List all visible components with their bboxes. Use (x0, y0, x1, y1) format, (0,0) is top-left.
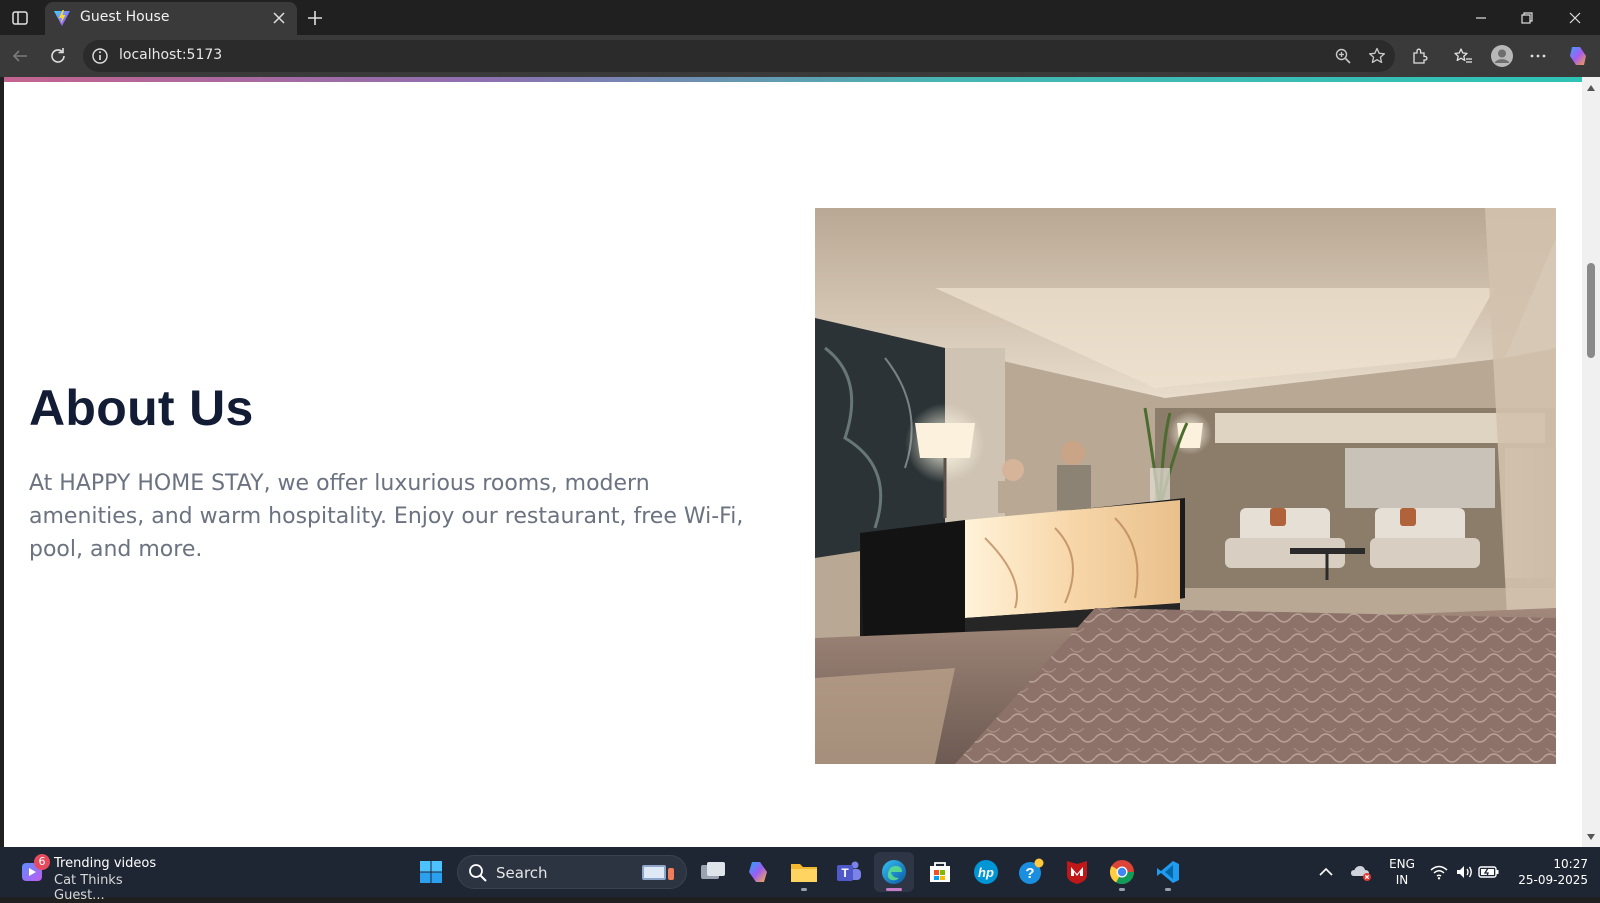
search-highlight-icon (640, 862, 676, 884)
new-tab-icon[interactable] (302, 5, 328, 31)
battery-icon[interactable] (1478, 861, 1500, 883)
vite-favicon-icon (53, 9, 71, 27)
close-window-icon[interactable] (1552, 0, 1598, 35)
task-view-icon[interactable] (693, 852, 733, 892)
show-hidden-icons-icon[interactable] (1315, 861, 1337, 883)
file-explorer-icon[interactable] (784, 852, 824, 892)
copilot-icon[interactable] (1564, 42, 1592, 70)
minimize-icon[interactable] (1458, 0, 1504, 35)
profile-avatar-icon[interactable] (1487, 42, 1517, 70)
news-widget[interactable]: 6 Trending videos Cat Thinks Guest... (16, 853, 166, 903)
zoom-icon[interactable] (1331, 44, 1355, 68)
browser-tabstrip: Guest House (0, 0, 1600, 35)
clock-date: 25-09-2025 (1518, 873, 1588, 887)
browser-tab[interactable]: Guest House (45, 2, 297, 35)
refresh-icon[interactable] (44, 42, 72, 70)
url-text: localhost:5173 (119, 47, 223, 63)
search-label: Search (496, 864, 548, 882)
help-icon[interactable]: ? (1011, 852, 1051, 892)
teams-icon[interactable]: T (829, 852, 869, 892)
vscode-icon[interactable] (1148, 852, 1188, 892)
language-indicator[interactable]: ENG IN (1385, 856, 1419, 888)
svg-text:T: T (841, 866, 849, 880)
scroll-up-icon[interactable] (1586, 83, 1596, 93)
scrollbar-thumb[interactable] (1587, 263, 1595, 358)
store-icon[interactable] (920, 852, 960, 892)
language-code: ENG (1389, 857, 1415, 871)
volume-icon[interactable] (1454, 861, 1476, 883)
start-icon[interactable] (411, 852, 451, 892)
mcafee-icon[interactable] (1057, 852, 1097, 892)
chrome-icon[interactable] (1102, 852, 1142, 892)
browser-toolbar: localhost:5173 (0, 35, 1600, 77)
running-indicator (886, 888, 902, 891)
extensions-icon[interactable] (1406, 42, 1434, 70)
hp-icon[interactable]: hp (966, 852, 1006, 892)
clock-time: 10:27 (1553, 857, 1588, 871)
system-clock[interactable]: 10:27 25-09-2025 (1504, 856, 1588, 888)
page-scrollbar[interactable] (1582, 77, 1600, 847)
more-menu-icon[interactable] (1524, 42, 1552, 70)
language-region: IN (1395, 873, 1409, 887)
page-viewport: About Us At HAPPY HOME STAY, we offer lu… (4, 77, 1582, 847)
wifi-icon[interactable] (1428, 861, 1450, 883)
edge-icon[interactable] (874, 852, 914, 892)
widget-headline: Trending videos (54, 856, 157, 871)
running-indicator (801, 888, 807, 891)
address-bar[interactable]: localhost:5173 (83, 40, 1395, 72)
taskbar-search[interactable]: Search (457, 855, 687, 889)
running-indicator (1165, 888, 1171, 891)
widget-badge: 6 (34, 854, 50, 870)
about-heading: About Us (29, 380, 254, 436)
running-indicator (1119, 888, 1125, 891)
header-accent-strip (4, 77, 1582, 82)
tab-actions-icon[interactable] (8, 6, 32, 30)
svg-text:?: ? (1025, 865, 1034, 882)
favorites-icon[interactable] (1449, 42, 1477, 70)
tab-close-icon[interactable] (269, 8, 289, 28)
svg-text:hp: hp (978, 865, 994, 880)
copilot-app-icon[interactable] (738, 852, 778, 892)
about-description: At HAPPY HOME STAY, we offer luxurious r… (29, 471, 744, 562)
widget-subline: Cat Thinks Guest... (54, 873, 123, 903)
back-icon[interactable] (6, 42, 34, 70)
onedrive-icon[interactable] (1350, 861, 1372, 883)
windows-taskbar: 6 Trending videos Cat Thinks Guest... Se… (0, 847, 1600, 903)
search-icon (468, 863, 488, 883)
restore-icon[interactable] (1504, 0, 1550, 35)
scroll-down-icon[interactable] (1586, 832, 1596, 842)
tab-title: Guest House (80, 9, 170, 25)
hotel-lobby-image (815, 208, 1556, 764)
favorite-star-icon[interactable] (1365, 44, 1389, 68)
site-info-icon[interactable] (91, 47, 109, 65)
